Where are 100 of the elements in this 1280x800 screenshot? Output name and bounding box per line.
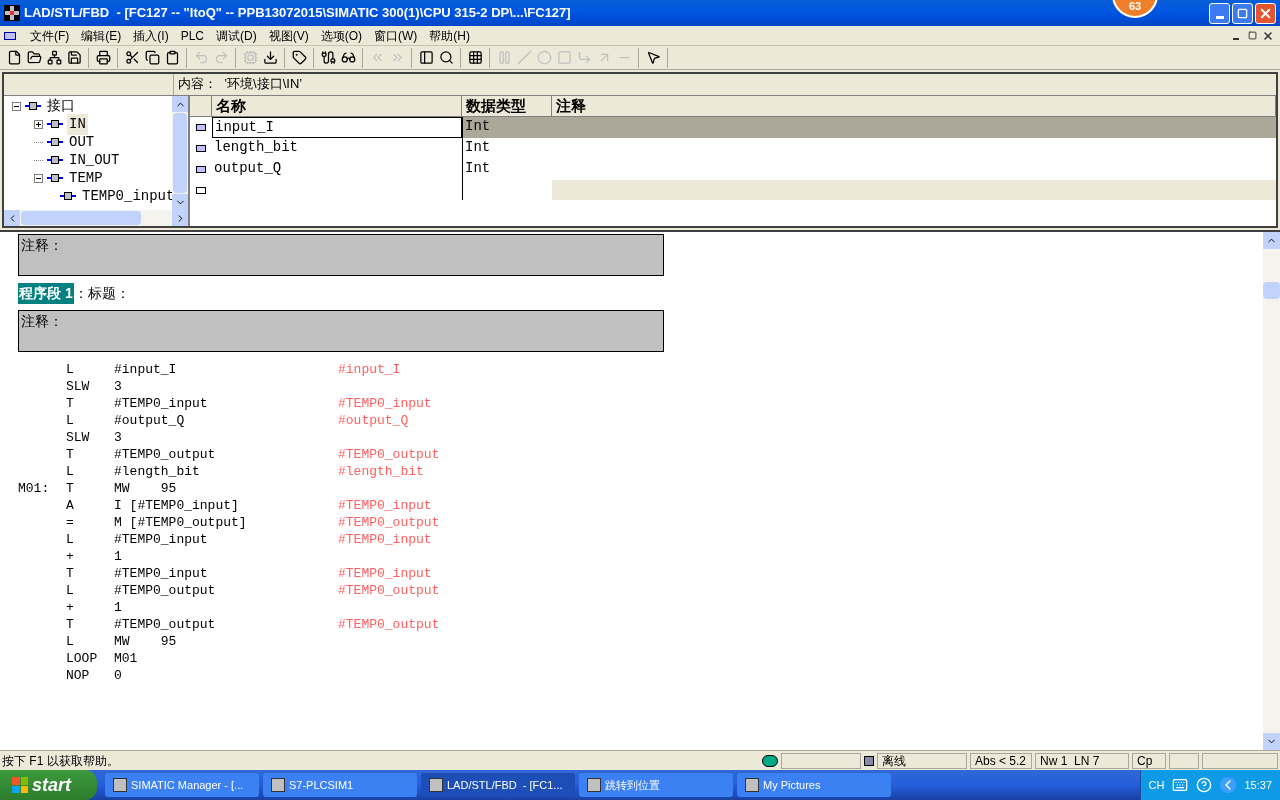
start-button[interactable]: start xyxy=(0,770,97,800)
collapse-icon[interactable] xyxy=(12,101,21,111)
menu-item[interactable]: 编辑(E) xyxy=(75,26,128,45)
scroll-down-button[interactable] xyxy=(1263,733,1280,750)
operand: #input_I xyxy=(114,362,177,377)
taskbar-button[interactable]: S7-PLCSIM1 xyxy=(263,773,417,797)
status-field xyxy=(1169,752,1199,769)
app-icon xyxy=(271,778,285,792)
network-label[interactable]: 程序段 1 xyxy=(18,282,74,304)
operand: M01 xyxy=(114,651,138,666)
menu-item[interactable]: PLC xyxy=(174,26,210,45)
interface-icon xyxy=(60,191,76,201)
table-cell[interactable]: Int xyxy=(462,138,552,159)
menu-item[interactable]: 文件(F) xyxy=(24,26,76,45)
jump-label: M01: xyxy=(18,481,50,496)
instruction: A xyxy=(66,498,74,513)
column-header[interactable]: 注释 xyxy=(552,96,1276,116)
table-row[interactable]: length_bit Int xyxy=(190,138,1276,159)
vertical-scrollbar[interactable] xyxy=(172,96,188,210)
instruction: T xyxy=(66,447,74,462)
instruction: L xyxy=(66,464,74,479)
help-icon[interactable] xyxy=(1196,777,1213,793)
app-icon xyxy=(745,778,759,792)
menu-item[interactable]: 插入(I) xyxy=(127,26,175,45)
close-button[interactable] xyxy=(1255,2,1276,24)
table-cell[interactable]: Int xyxy=(462,117,552,138)
collapse-icon[interactable] xyxy=(34,173,43,183)
operand: #length_bit xyxy=(114,464,200,479)
scroll-thumb[interactable] xyxy=(21,211,141,225)
instruction: T xyxy=(66,396,74,411)
comment-cell[interactable] xyxy=(552,180,1276,200)
keyboard-icon[interactable] xyxy=(1172,777,1189,793)
menu-item[interactable]: 窗口(W) xyxy=(368,26,424,45)
clock: 15:37 xyxy=(1244,777,1272,793)
symbol-comment: #TEMP0_output xyxy=(338,514,440,531)
table-row[interactable]: output_Q Int xyxy=(190,159,1276,180)
instruction: SLW xyxy=(66,379,90,394)
windows-logo-icon xyxy=(12,777,28,793)
scroll-down-button[interactable] xyxy=(172,194,188,210)
expand-icon[interactable] xyxy=(34,119,43,129)
taskbar-button[interactable]: 跳转到位置 xyxy=(579,773,733,797)
interface-icon xyxy=(47,173,63,183)
table-cell[interactable]: Int xyxy=(462,159,552,180)
minimize-button[interactable] xyxy=(1209,2,1230,24)
content-path: 内容： ’环境\接口\IN’ xyxy=(177,75,304,93)
block-comment[interactable]: 注释： xyxy=(18,234,664,276)
menu-item[interactable]: 选项(O) xyxy=(314,26,368,45)
app-icon xyxy=(429,778,443,792)
operand: 1 xyxy=(114,549,122,564)
instruction: + xyxy=(66,549,74,564)
symbol-comment: #TEMP0_input xyxy=(338,565,432,582)
restore-button[interactable] xyxy=(1232,2,1253,24)
instruction: T xyxy=(66,481,74,496)
position-field: Nw 1 LN 7 xyxy=(1035,752,1129,769)
column-header[interactable]: 数据类型 xyxy=(462,96,552,116)
show-hidden-icons[interactable] xyxy=(1220,777,1237,793)
table-cell[interactable]: output_Q xyxy=(212,159,462,180)
menu-item[interactable]: 视图(V) xyxy=(262,26,315,45)
symbol-comment: #input_I xyxy=(338,361,401,378)
taskbar-button[interactable]: SIMATIC Manager - [... xyxy=(105,773,259,797)
horizontal-scrollbar[interactable] xyxy=(4,210,188,226)
operand: 3 xyxy=(114,430,122,445)
symbol-comment: #TEMP0_input xyxy=(338,497,432,514)
scroll-thumb[interactable] xyxy=(173,113,187,193)
scroll-left-button[interactable] xyxy=(4,210,20,226)
network-title[interactable]: ：标题： xyxy=(73,282,130,304)
operand: #TEMP0_output xyxy=(114,583,216,598)
instruction: = xyxy=(66,515,74,530)
symbol-comment: #TEMP0_input xyxy=(338,395,432,412)
column-header[interactable]: 名称 xyxy=(212,96,462,116)
network-comment[interactable]: 注释： xyxy=(18,310,664,352)
symbol-comment: #TEMP0_input xyxy=(338,531,432,548)
symbol-comment: #TEMP0_output xyxy=(338,582,440,599)
operand: #TEMP0_input xyxy=(114,566,208,581)
menu-item[interactable]: 调试(D) xyxy=(210,26,263,45)
scroll-up-button[interactable] xyxy=(172,96,188,112)
app-icon xyxy=(587,778,601,792)
instruction: L xyxy=(66,634,74,649)
operand: M [#TEMP0_output] xyxy=(114,515,247,530)
instruction: L xyxy=(66,532,74,547)
scroll-thumb[interactable] xyxy=(1263,282,1280,299)
menu-item[interactable]: 帮助(H) xyxy=(423,26,476,45)
help-text: 按下 F1 以获取帮助。 xyxy=(2,752,120,770)
taskbar-button[interactable]: LAD/STL/FBD - [FC1... xyxy=(421,773,575,797)
vertical-scrollbar[interactable] xyxy=(1263,232,1280,750)
online-status: 离线 xyxy=(877,752,967,769)
taskbar-button[interactable]: My Pictures xyxy=(737,773,891,797)
interface-icon xyxy=(47,119,63,129)
table-cell[interactable]: length_bit xyxy=(212,138,462,159)
interface-icon xyxy=(25,101,41,111)
scroll-right-button[interactable] xyxy=(172,210,188,226)
symbol-comment: #TEMP0_output xyxy=(338,446,440,463)
scroll-up-button[interactable] xyxy=(1263,232,1280,249)
tree-item[interactable]: IN xyxy=(67,113,88,135)
operand: #TEMP0_input xyxy=(114,396,208,411)
symbol-comment: #TEMP0_output xyxy=(338,616,440,633)
interface-icon xyxy=(47,155,63,165)
table-cell[interactable]: input_I xyxy=(212,117,462,138)
insert-mode: Cp xyxy=(1132,752,1166,769)
operand: I [#TEMP0_input] xyxy=(114,498,239,513)
